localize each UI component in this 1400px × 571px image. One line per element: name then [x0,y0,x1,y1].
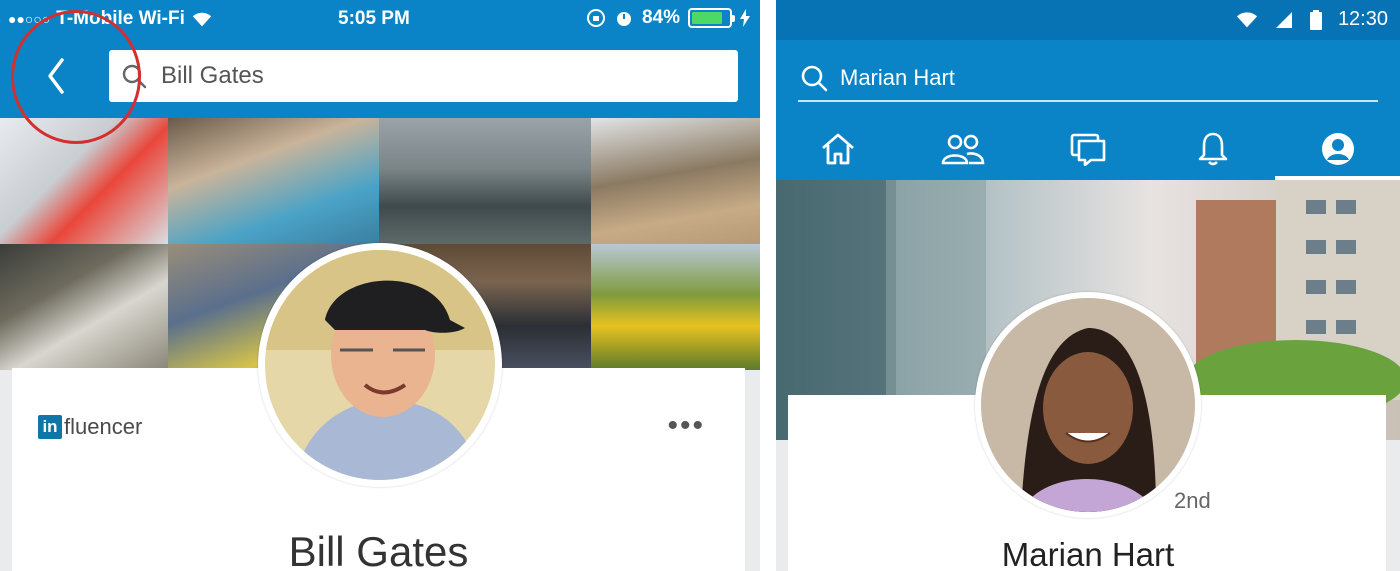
profile-photo [265,250,495,480]
linkedin-logo-icon: in [38,415,62,439]
search-input[interactable]: Marian Hart [840,65,955,91]
connection-degree-badge: 2nd [1174,488,1211,513]
influencer-label: fluencer [64,414,143,439]
home-icon [822,133,855,165]
alarm-icon [616,12,631,26]
cover-photo-tile [379,118,591,244]
profile-photo-illustration [981,298,1195,512]
cell-signal-icon [1275,11,1292,28]
profile-photo [981,298,1195,512]
influencer-badge: in fluencer [38,414,142,440]
profile-name: Bill Gates [288,528,469,571]
profile-photo-illustration [265,250,495,480]
cover-photo-tile [591,118,760,244]
tab-home[interactable] [776,118,901,180]
charging-bolt-icon [740,9,750,27]
tab-messaging[interactable] [1026,118,1151,180]
avatar[interactable] [975,292,1201,518]
battery-percent: 84% [641,7,680,28]
wifi-icon [192,12,212,27]
tab-my-network[interactable] [901,118,1026,180]
highlight-annotation-circle [11,10,141,144]
battery-icon [688,8,735,28]
status-time: 12:30 [1337,8,1388,30]
orientation-lock-icon [586,9,605,27]
android-status-bar: 12:30 [776,0,1400,40]
avatar[interactable] [258,243,502,487]
android-profile-screen: 12:30 Marian Hart 2nd Marian Hart [776,0,1400,571]
messaging-icon [1070,133,1106,166]
search-icon [801,65,828,92]
wifi-icon [1236,11,1258,27]
bottom-tabs [776,118,1400,180]
more-options-button[interactable]: ••• [667,411,705,441]
profile-icon [1321,133,1354,165]
my-network-icon [941,134,985,165]
panel-divider [760,0,776,571]
profile-name: Marian Hart [1001,536,1175,571]
search-bar[interactable]: Marian Hart [798,56,1378,102]
notifications-icon [1198,132,1228,166]
android-header: Marian Hart [776,40,1400,180]
ios-profile-screen: ●●○○○ T-Mobile Wi-Fi 5:05 PM 84% Bill Ga… [0,0,760,571]
cover-photo-tile [591,244,760,370]
cover-photo-tile [0,244,168,370]
battery-icon [1309,9,1322,30]
status-icons: 12:30 [1236,8,1388,31]
search-input[interactable]: Bill Gates [161,62,264,90]
search-bar[interactable]: Bill Gates [109,50,738,102]
tab-notifications[interactable] [1150,118,1275,180]
cover-photo-tile [168,118,379,244]
status-right-icons: 84% [586,7,750,29]
status-time: 5:05 PM [338,8,410,29]
tab-profile[interactable] [1275,118,1400,180]
